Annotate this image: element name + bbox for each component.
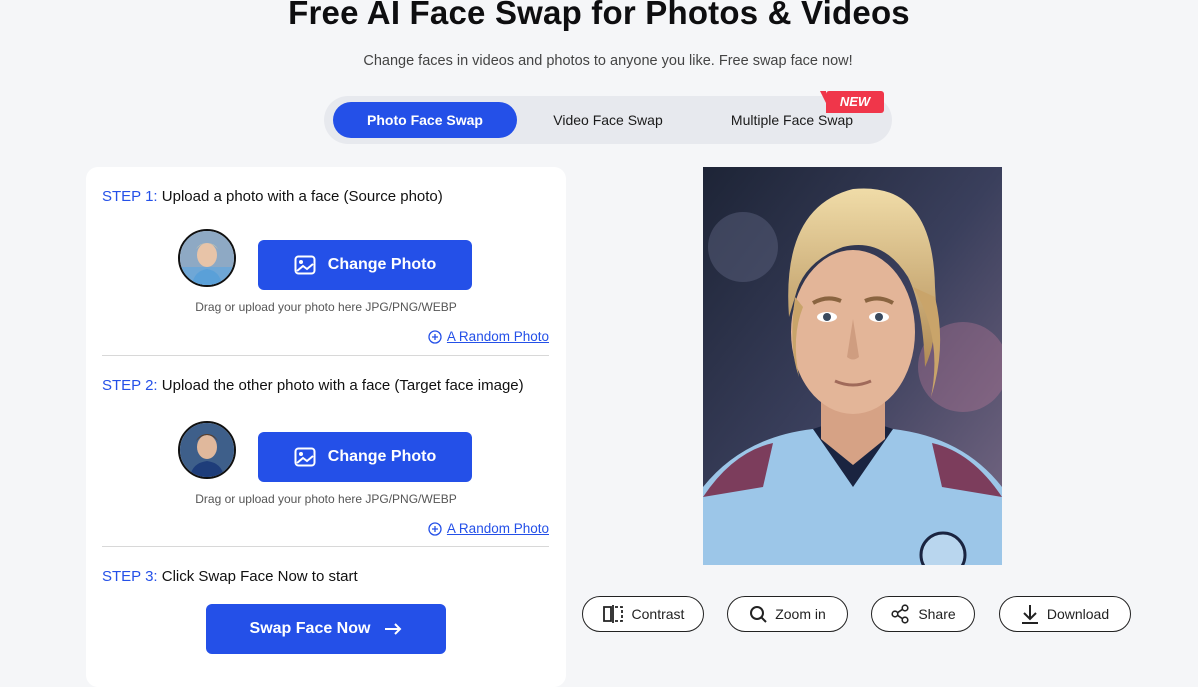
share-icon <box>891 604 909 624</box>
random-photo-link-step2[interactable]: A Random Photo <box>428 521 549 536</box>
step3-heading: STEP 3: Click Swap Face Now to start <box>102 566 532 588</box>
page-subtitle: Change faces in videos and photos to any… <box>363 53 853 69</box>
step3-number: STEP 3: <box>102 568 158 585</box>
change-photo-button-step2[interactable]: Change Photo <box>258 432 472 482</box>
plus-circle-icon <box>428 521 442 536</box>
page-title: Free AI Face Swap for Photos & Videos <box>288 0 910 31</box>
download-button[interactable]: Download <box>999 596 1131 632</box>
mode-tabs: Photo Face Swap Video Face Swap Multiple… <box>324 91 892 144</box>
step3-text: Click Swap Face Now to start <box>161 568 358 585</box>
upload-hint-step2: Drag or upload your photo here JPG/PNG/W… <box>195 492 457 506</box>
image-icon <box>294 447 316 467</box>
random-photo-label-step2: A Random Photo <box>446 521 549 536</box>
source-photo-thumbnail[interactable] <box>178 229 236 287</box>
step1-heading: STEP 1: Upload a photo with a face (Sour… <box>102 186 532 208</box>
target-photo-thumbnail[interactable] <box>178 421 236 479</box>
tab-video-face-swap[interactable]: Video Face Swap <box>524 102 692 138</box>
swap-face-now-label: Swap Face Now <box>249 620 371 637</box>
zoom-in-label: Zoom in <box>775 606 826 622</box>
upload-hint-step1: Drag or upload your photo here JPG/PNG/W… <box>195 300 457 314</box>
divider <box>102 355 549 356</box>
contrast-button[interactable]: Contrast <box>582 596 704 632</box>
zoom-in-button[interactable]: Zoom in <box>727 596 848 632</box>
swap-face-now-button[interactable]: Swap Face Now <box>206 604 446 654</box>
plus-circle-icon <box>428 329 442 344</box>
result-image <box>703 167 1002 565</box>
step1-number: STEP 1: <box>102 188 158 205</box>
random-photo-link-step1[interactable]: A Random Photo <box>428 329 549 344</box>
change-photo-button-step1[interactable]: Change Photo <box>258 240 472 290</box>
step1-text: Upload a photo with a face (Source photo… <box>161 188 443 205</box>
share-button[interactable]: Share <box>871 596 975 632</box>
change-photo-label-step1: Change Photo <box>327 256 437 273</box>
contrast-label: Contrast <box>631 606 685 622</box>
random-photo-label-step1: A Random Photo <box>446 329 549 344</box>
tab-photo-face-swap[interactable]: Photo Face Swap <box>333 102 517 138</box>
divider <box>102 546 549 547</box>
step2-heading: STEP 2: Upload the other photo with a fa… <box>102 375 532 397</box>
arrow-right-icon <box>385 623 402 635</box>
download-label: Download <box>1046 606 1110 622</box>
image-icon <box>294 255 316 275</box>
compare-icon <box>602 605 623 623</box>
magnifier-icon <box>750 606 767 623</box>
share-label: Share <box>918 606 956 622</box>
download-icon <box>1021 605 1038 624</box>
step2-number: STEP 2: <box>102 377 158 394</box>
upload-panel: STEP 1: Upload a photo with a face (Sour… <box>86 167 566 687</box>
change-photo-label-step2: Change Photo <box>327 448 437 465</box>
step2-text: Upload the other photo with a face (Targ… <box>161 377 524 394</box>
new-badge: NEW <box>820 91 884 113</box>
